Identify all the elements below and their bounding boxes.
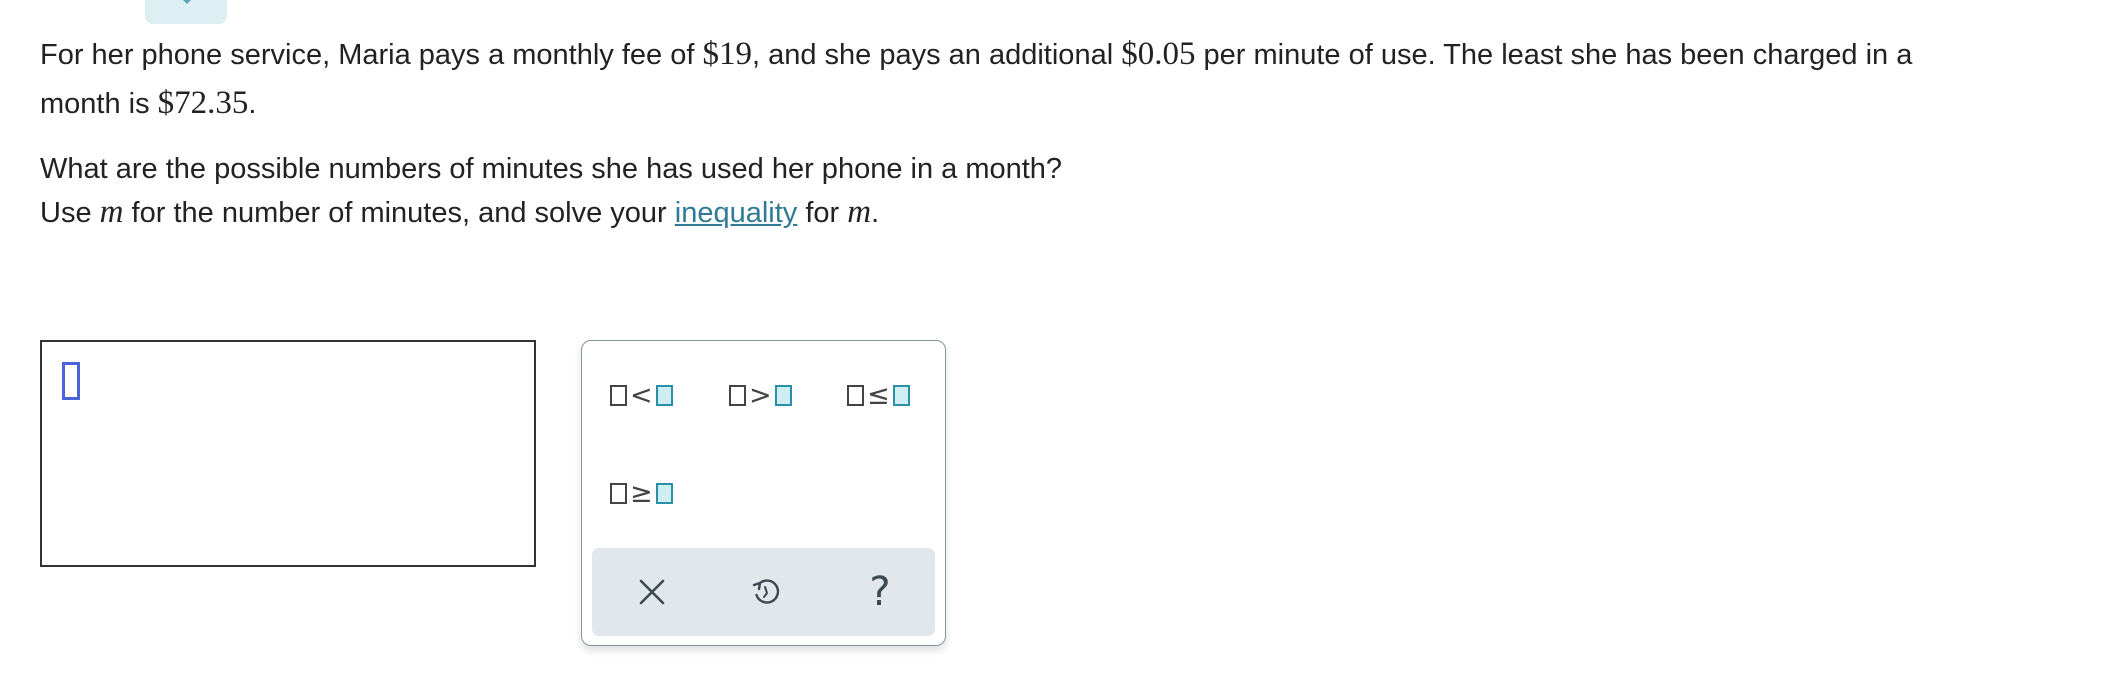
rate-value: $0.05	[1121, 36, 1196, 72]
right-slot-icon	[774, 384, 792, 406]
collapse-tab[interactable]	[145, 0, 227, 24]
question-part: Use	[40, 197, 100, 229]
x-icon	[639, 579, 665, 605]
variable-m: m	[847, 194, 872, 230]
left-slot-icon	[610, 482, 627, 504]
greater-than-symbol: >	[749, 379, 772, 411]
inequality-link[interactable]: inequality	[675, 197, 798, 229]
question-part: for	[797, 197, 848, 229]
left-slot-icon	[610, 384, 627, 406]
less-than-symbol: <	[630, 379, 653, 411]
right-slot-icon	[655, 384, 673, 406]
help-icon: ?	[869, 569, 891, 615]
less-equal-symbol: ≤	[867, 379, 890, 411]
right-slot-icon	[655, 482, 673, 504]
greater-equal-button[interactable]: ≥	[610, 473, 673, 513]
problem-text-part: per minute of use. The least she has bee…	[1195, 39, 1913, 71]
chevron-down-icon	[177, 0, 197, 4]
less-equal-button[interactable]: ≤	[847, 375, 910, 415]
problem-text-part: .	[248, 88, 257, 120]
help-button[interactable]: ?	[840, 548, 920, 636]
right-slot-icon	[892, 384, 910, 406]
question-part: .	[871, 197, 880, 229]
problem-text-part: , and she pays an additional	[751, 39, 1122, 71]
math-palette: < > ≤ ≥ ?	[581, 340, 946, 646]
answer-input[interactable]	[40, 340, 536, 567]
problem-text-part: For her phone service, Maria pays a mont…	[40, 39, 703, 71]
input-placeholder-box	[62, 362, 80, 400]
left-slot-icon	[847, 384, 864, 406]
greater-than-button[interactable]: >	[729, 375, 792, 415]
fee-value: $19	[702, 36, 752, 72]
action-bar: ?	[592, 548, 935, 636]
undo-icon	[752, 579, 780, 604]
question-part: for the number of minutes, and solve you…	[123, 197, 675, 229]
left-slot-icon	[729, 384, 746, 406]
variable-m: m	[99, 194, 124, 230]
question-line: What are the possible numbers of minutes…	[40, 153, 1063, 185]
undo-button[interactable]	[726, 548, 806, 636]
question-text: What are the possible numbers of minutes…	[40, 148, 1062, 235]
clear-button[interactable]	[612, 548, 692, 636]
problem-text: For her phone service, Maria pays a mont…	[40, 30, 2110, 128]
greater-equal-symbol: ≥	[630, 477, 653, 509]
least-charge-value: $72.35	[157, 85, 249, 121]
problem-text-part: month is	[40, 88, 158, 120]
less-than-button[interactable]: <	[610, 375, 673, 415]
